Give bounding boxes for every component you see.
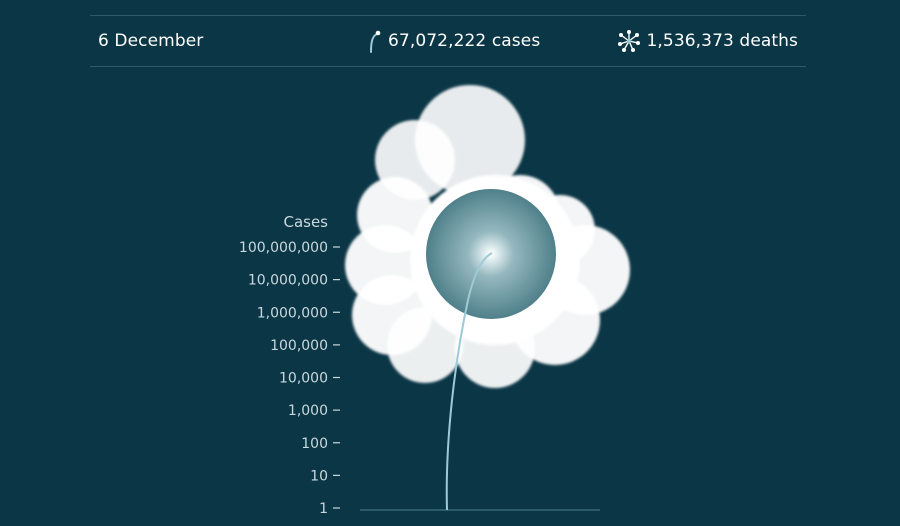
y-tick-label: 1,000,000 bbox=[257, 305, 328, 321]
y-tick-label: 100,000,000 bbox=[239, 240, 328, 256]
y-axis-ticks: 1 10 100 1,000 10,000 100,000 1,000,000 10,000,… bbox=[239, 240, 340, 517]
y-tick-label: 10,000 bbox=[279, 371, 328, 387]
y-tick-label: 1 bbox=[319, 501, 328, 517]
cases-flower-chart: Cases 1101001,00010,000100,0001,000,0001… bbox=[239, 85, 630, 517]
y-axis-title: Cases bbox=[283, 213, 328, 231]
y-tick-label: 100,000 bbox=[270, 338, 328, 354]
y-tick-label: 1,000 bbox=[288, 403, 328, 419]
y-tick-label: 10 bbox=[310, 468, 328, 484]
y-tick-label: 10,000,000 bbox=[248, 273, 328, 289]
y-tick-label: 100 bbox=[301, 436, 328, 452]
